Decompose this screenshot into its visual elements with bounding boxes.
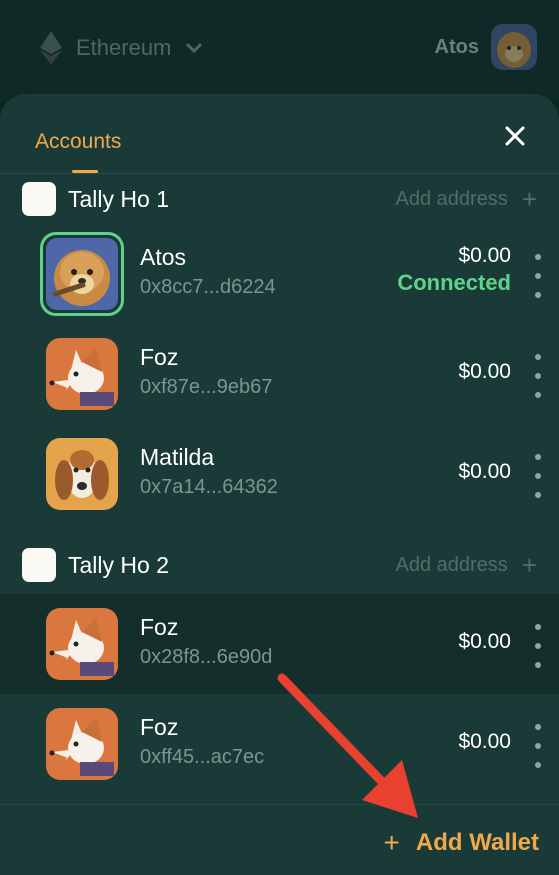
close-button[interactable] bbox=[503, 124, 527, 148]
add-address-label: Add address bbox=[395, 187, 508, 210]
plus-icon: + bbox=[521, 550, 537, 580]
plus-icon: + bbox=[521, 184, 537, 214]
account-name: Foz bbox=[140, 714, 179, 740]
group-name: Tally Ho 1 bbox=[68, 185, 169, 212]
avatar bbox=[46, 708, 118, 780]
more-options-icon[interactable] bbox=[533, 624, 543, 668]
account-address: 0xf87e...9eb67 bbox=[140, 376, 273, 398]
add-wallet-button[interactable]: + Add Wallet bbox=[384, 829, 539, 857]
account-balance: $0.00 bbox=[458, 360, 511, 383]
group-checkbox[interactable] bbox=[22, 182, 56, 216]
group-name: Tally Ho 2 bbox=[68, 551, 169, 578]
network-label: Ethereum bbox=[76, 35, 172, 60]
add-address-label: Add address bbox=[395, 553, 508, 576]
connected-status: Connected bbox=[397, 270, 511, 295]
avatar bbox=[46, 338, 118, 410]
top-bar: Ethereum Atos bbox=[0, 0, 559, 100]
account-row[interactable]: Matilda 0x7a14...64362 $0.00 bbox=[0, 424, 559, 524]
accounts-panel: Accounts Tally Ho 1 Add address + Atos 0… bbox=[0, 94, 559, 875]
add-address-button[interactable]: Add address + bbox=[395, 550, 537, 580]
account-address: 0x28f8...6e90d bbox=[140, 646, 273, 668]
avatar bbox=[46, 608, 118, 680]
panel-footer: + Add Wallet bbox=[0, 804, 559, 875]
add-address-button[interactable]: Add address + bbox=[395, 184, 537, 214]
account-address: 0xff45...ac7ec bbox=[140, 746, 265, 768]
avatar bbox=[491, 24, 537, 70]
account-balance: $0.00 bbox=[458, 244, 511, 267]
account-address: 0x7a14...64362 bbox=[140, 476, 278, 498]
avatar bbox=[40, 232, 124, 316]
account-address: 0x8cc7...d6224 bbox=[140, 276, 276, 298]
tab-accounts[interactable]: Accounts bbox=[35, 130, 121, 154]
close-icon bbox=[505, 126, 525, 146]
account-row[interactable]: Atos 0x8cc7...d6224 $0.00 Connected bbox=[0, 224, 559, 324]
account-row[interactable]: Foz 0xff45...ac7ec $0.00 bbox=[0, 694, 559, 794]
more-options-icon[interactable] bbox=[533, 254, 543, 298]
more-options-icon[interactable] bbox=[533, 724, 543, 768]
wallet-group-header: Tally Ho 2 Add address + bbox=[0, 540, 559, 590]
avatar bbox=[46, 438, 118, 510]
account-name: Foz bbox=[140, 614, 179, 640]
group-checkbox[interactable] bbox=[22, 548, 56, 582]
account-balance: $0.00 bbox=[458, 630, 511, 653]
network-selector[interactable]: Ethereum bbox=[36, 28, 203, 68]
account-balance: $0.00 bbox=[458, 460, 511, 483]
account-name: Matilda bbox=[140, 444, 215, 470]
account-name: Atos bbox=[140, 244, 187, 270]
ethereum-icon bbox=[36, 30, 66, 66]
panel-header: Accounts bbox=[0, 94, 559, 174]
tab-underline bbox=[72, 170, 98, 173]
account-row[interactable]: Foz 0xf87e...9eb67 $0.00 bbox=[0, 324, 559, 424]
current-account-name: Atos bbox=[434, 35, 479, 58]
account-balance: $0.00 bbox=[458, 730, 511, 753]
more-options-icon[interactable] bbox=[533, 354, 543, 398]
account-name: Foz bbox=[140, 344, 179, 370]
account-row[interactable]: Foz 0x28f8...6e90d $0.00 bbox=[0, 594, 559, 694]
current-account[interactable]: Atos bbox=[435, 24, 537, 70]
wallet-group-header: Tally Ho 1 Add address + bbox=[0, 174, 559, 224]
plus-icon: + bbox=[383, 827, 400, 858]
chevron-down-icon bbox=[185, 38, 203, 59]
more-options-icon[interactable] bbox=[533, 454, 543, 498]
add-wallet-label: Add Wallet bbox=[415, 829, 539, 856]
